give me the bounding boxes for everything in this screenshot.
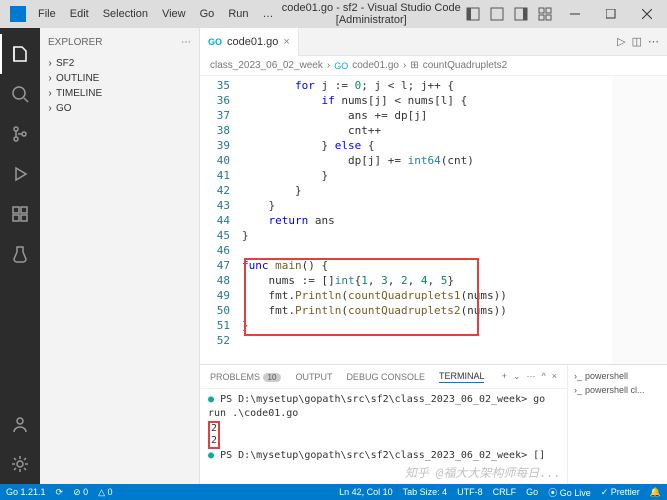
layout-toggle-left-icon[interactable]	[464, 5, 482, 23]
terminal-icon: ›_	[574, 371, 582, 381]
window-title: code01.go - sf2 - Visual Studio Code [Ad…	[280, 2, 464, 26]
customize-layout-icon[interactable]	[536, 5, 554, 23]
terminal-dropdown-icon[interactable]: ⌄	[513, 371, 521, 382]
panel-more-icon[interactable]: ⋯	[527, 371, 536, 382]
layout-toggle-right-icon[interactable]	[512, 5, 530, 23]
sb-section-go[interactable]: ›GO	[40, 101, 199, 116]
split-editor-icon[interactable]: ◫	[632, 35, 642, 48]
run-icon[interactable]: ▷	[617, 35, 625, 48]
status-ln-col[interactable]: Ln 42, Col 10	[339, 486, 393, 499]
sb-section-sf2[interactable]: ›SF2	[40, 56, 199, 71]
vscode-logo-icon	[10, 6, 26, 22]
terminal-list: ›_powershell ›_powershell cl...	[567, 365, 667, 484]
status-go-version[interactable]: Go 1.21.1	[6, 487, 46, 497]
code-editor[interactable]: 353637383940414243444546474849505152 for…	[200, 76, 667, 364]
menu-selection[interactable]: Selection	[97, 5, 154, 23]
status-errors[interactable]: ⊘ 0	[73, 487, 88, 498]
status-lang[interactable]: Go	[526, 486, 538, 499]
status-bar: Go 1.21.1 ⟳ ⊘ 0 △ 0 Ln 42, Col 10 Tab Si…	[0, 484, 667, 500]
shell-item[interactable]: ›_powershell cl...	[572, 383, 663, 397]
close-button[interactable]	[631, 0, 663, 28]
tab-code01[interactable]: GO code01.go ×	[200, 28, 299, 56]
bottom-panel: PROBLEMS 10 OUTPUT DEBUG CONSOLE TERMINA…	[200, 364, 667, 484]
explorer-title: EXPLORER	[48, 37, 102, 48]
tab-problems[interactable]: PROBLEMS 10	[210, 372, 281, 382]
panel-tabs: PROBLEMS 10 OUTPUT DEBUG CONSOLE TERMINA…	[200, 365, 567, 389]
activity-settings-icon[interactable]	[0, 444, 40, 484]
menu-run[interactable]: Run	[222, 5, 254, 23]
maximize-panel-icon[interactable]: ^	[542, 371, 546, 382]
status-encoding[interactable]: UTF-8	[457, 486, 483, 499]
sb-section-timeline[interactable]: ›TIMELINE	[40, 86, 199, 101]
tab-debug-console[interactable]: DEBUG CONSOLE	[346, 372, 425, 382]
editor-area: GO code01.go × ▷ ◫ ⋯ class_2023_06_02_we…	[200, 28, 667, 484]
title-bar: File Edit Selection View Go Run … code01…	[0, 0, 667, 28]
menu-more[interactable]: …	[257, 5, 280, 23]
menu-bar: File Edit Selection View Go Run …	[32, 5, 280, 23]
sb-section-outline[interactable]: ›OUTLINE	[40, 71, 199, 86]
symbol-icon: ⊞	[410, 60, 418, 71]
activity-explorer-icon[interactable]	[0, 34, 40, 74]
status-tab-size[interactable]: Tab Size: 4	[403, 486, 448, 499]
close-panel-icon[interactable]: ×	[552, 371, 557, 382]
activity-debug-icon[interactable]	[0, 154, 40, 194]
activity-testing-icon[interactable]	[0, 234, 40, 274]
terminal[interactable]: ● PS D:\mysetup\gopath\src\sf2\class_202…	[200, 389, 567, 484]
status-sync-icon[interactable]: ⟳	[56, 487, 64, 498]
terminal-icon: ›_	[574, 385, 582, 395]
activity-search-icon[interactable]	[0, 74, 40, 114]
minimap[interactable]	[612, 76, 667, 364]
menu-view[interactable]: View	[156, 5, 192, 23]
go-file-icon: GO	[334, 61, 348, 71]
tab-close-icon[interactable]: ×	[283, 36, 289, 48]
explorer-more-icon[interactable]: ⋯	[181, 37, 191, 48]
status-bell-icon[interactable]: 🔔	[650, 486, 661, 499]
shell-item[interactable]: ›_powershell	[572, 369, 663, 383]
activity-account-icon[interactable]	[0, 404, 40, 444]
line-gutter: 353637383940414243444546474849505152	[200, 76, 242, 364]
status-golive[interactable]: ⦿ Go Live	[548, 486, 591, 499]
menu-file[interactable]: File	[32, 5, 62, 23]
new-terminal-icon[interactable]: +	[502, 371, 507, 382]
editor-tabs: GO code01.go × ▷ ◫ ⋯	[200, 28, 667, 56]
activity-extensions-icon[interactable]	[0, 194, 40, 234]
go-file-icon: GO	[208, 37, 222, 47]
activity-scm-icon[interactable]	[0, 114, 40, 154]
status-eol[interactable]: CRLF	[493, 486, 517, 499]
tab-terminal[interactable]: TERMINAL	[439, 371, 485, 383]
status-warnings[interactable]: △ 0	[98, 487, 112, 498]
editor-more-icon[interactable]: ⋯	[648, 35, 659, 48]
watermark-text: 知乎 @福大大架构师每日...	[405, 466, 561, 480]
explorer-sidebar: EXPLORER ⋯ ›SF2 ›OUTLINE ›TIMELINE ›GO	[40, 28, 200, 484]
menu-go[interactable]: Go	[194, 5, 221, 23]
activity-bar	[0, 28, 40, 484]
layout-toggle-bottom-icon[interactable]	[488, 5, 506, 23]
maximize-button[interactable]	[595, 0, 627, 28]
status-prettier[interactable]: ✓ Prettier	[601, 486, 640, 499]
menu-edit[interactable]: Edit	[64, 5, 95, 23]
tab-output[interactable]: OUTPUT	[295, 372, 332, 382]
breadcrumb[interactable]: class_2023_06_02_week› GO code01.go› ⊞ c…	[200, 56, 667, 76]
minimize-button[interactable]	[559, 0, 591, 28]
